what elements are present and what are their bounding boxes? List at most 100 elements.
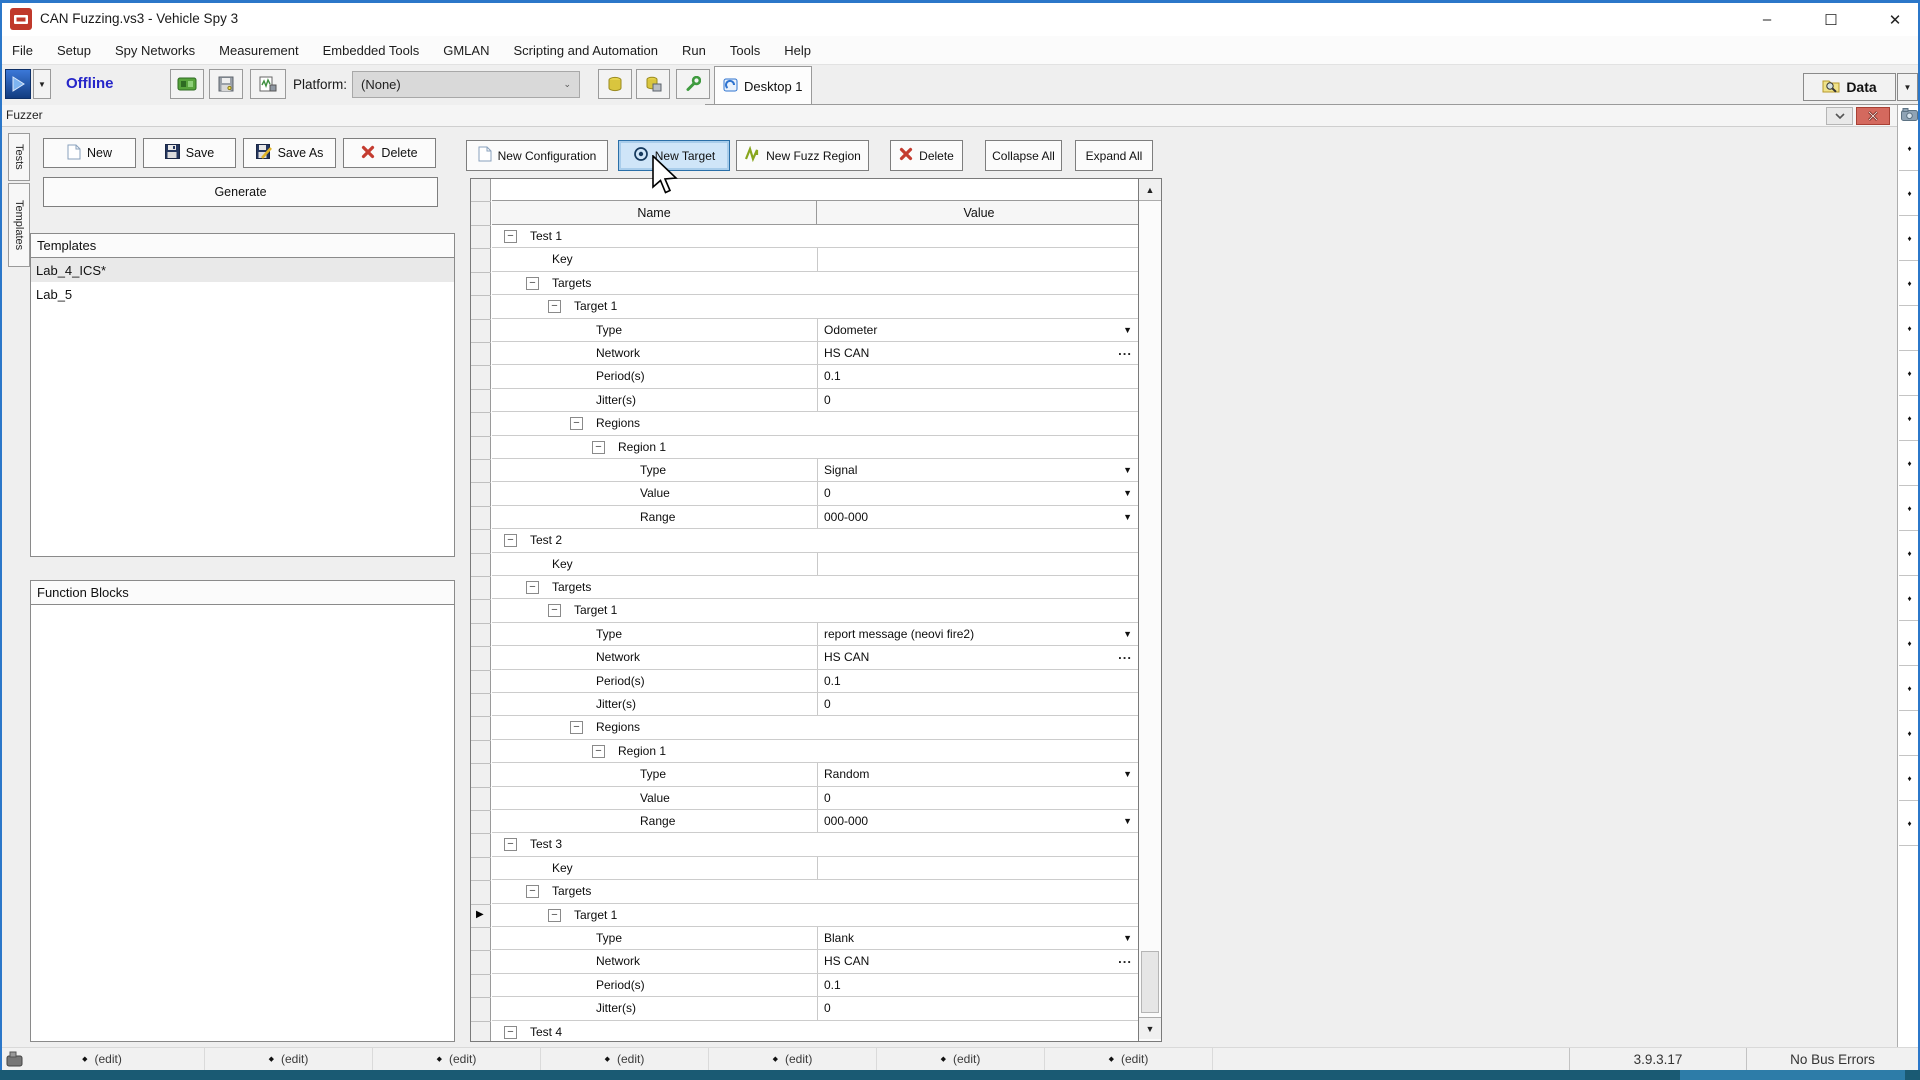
menu-item-tools[interactable]: Tools: [730, 43, 760, 58]
collapse-toggle-icon[interactable]: −: [570, 721, 583, 734]
tree-row-value[interactable]: Value0▼: [492, 482, 1140, 505]
tree-row-jitter-s[interactable]: Jitter(s)0: [492, 389, 1140, 412]
tree-row-period-s[interactable]: Period(s)0.1: [492, 365, 1140, 388]
row-value[interactable]: 0: [824, 1001, 831, 1015]
database-save-icon[interactable]: [636, 69, 670, 99]
pcb-icon[interactable]: [170, 69, 204, 99]
tree-row-targets[interactable]: −Targets: [492, 272, 1140, 295]
status-edit-cell[interactable]: ◆(edit): [205, 1048, 373, 1070]
panel-chevron-down-icon[interactable]: [1826, 107, 1853, 125]
tree-row-type[interactable]: Typereport message (neovi fire2)▼: [492, 623, 1140, 646]
column-header-name[interactable]: Name: [492, 201, 817, 225]
ellipsis-button[interactable]: ...: [1118, 951, 1132, 966]
expand-all-button[interactable]: Expand All: [1075, 140, 1153, 171]
collapse-toggle-icon[interactable]: −: [504, 534, 517, 547]
tree-row-key[interactable]: Key: [492, 857, 1140, 880]
tree-row-type[interactable]: TypeBlank▼: [492, 927, 1140, 950]
collapse-toggle-icon[interactable]: −: [526, 581, 539, 594]
wrench-icon[interactable]: [676, 69, 710, 99]
tree-row-test-1[interactable]: −Test 1: [492, 225, 1140, 248]
menu-item-spy-networks[interactable]: Spy Networks: [115, 43, 195, 58]
column-header-value[interactable]: Value: [818, 201, 1140, 225]
dock-rail-item[interactable]: ♦: [1899, 216, 1920, 261]
camera-icon[interactable]: [1901, 108, 1918, 126]
collapse-toggle-icon[interactable]: −: [504, 1026, 517, 1039]
dock-rail-item[interactable]: ♦: [1899, 621, 1920, 666]
row-value[interactable]: HS CAN: [824, 650, 869, 664]
edit-label[interactable]: (edit): [953, 1052, 980, 1066]
tree-row-regions[interactable]: −Regions: [492, 716, 1140, 739]
row-value[interactable]: HS CAN: [824, 346, 869, 360]
collapse-all-button[interactable]: Collapse All: [985, 140, 1062, 171]
status-edit-cell[interactable]: ◆(edit): [0, 1048, 205, 1070]
vertical-scrollbar[interactable]: ▲ ▼: [1138, 179, 1161, 1041]
scrollbar-thumb[interactable]: [1141, 951, 1159, 1013]
status-edit-cell[interactable]: ◆(edit): [877, 1048, 1045, 1070]
platform-select[interactable]: (None)⌄: [352, 71, 580, 98]
tree-row-test-2[interactable]: −Test 2: [492, 529, 1140, 552]
row-value[interactable]: Random: [824, 767, 869, 781]
row-value[interactable]: 0.1: [824, 369, 841, 383]
menu-item-embedded-tools[interactable]: Embedded Tools: [323, 43, 420, 58]
save-button[interactable]: Save: [143, 138, 236, 168]
tree-row-test-4[interactable]: −Test 4: [492, 1021, 1140, 1042]
side-tab-tests[interactable]: Tests: [8, 133, 30, 181]
dropdown-arrow-icon[interactable]: ▼: [1123, 769, 1132, 779]
edit-label[interactable]: (edit): [449, 1052, 476, 1066]
tree-row-network[interactable]: NetworkHS CAN...: [492, 342, 1140, 365]
collapse-toggle-icon[interactable]: −: [548, 300, 561, 313]
edit-label[interactable]: (edit): [95, 1052, 122, 1066]
row-value[interactable]: 0: [824, 486, 831, 500]
dropdown-arrow-icon[interactable]: ▼: [1123, 816, 1132, 826]
minimize-button[interactable]: –: [1752, 7, 1782, 33]
tree-row-type[interactable]: TypeSignal▼: [492, 459, 1140, 482]
dropdown-arrow-icon[interactable]: ▼: [1123, 465, 1132, 475]
edit-label[interactable]: (edit): [1121, 1052, 1148, 1066]
panel-close-icon[interactable]: [1856, 107, 1890, 125]
dock-rail-item[interactable]: ♦: [1899, 801, 1920, 846]
dropdown-arrow-icon[interactable]: ▼: [1123, 512, 1132, 522]
menu-item-gmlan[interactable]: GMLAN: [443, 43, 489, 58]
row-value[interactable]: 0: [824, 791, 831, 805]
tree-row-jitter-s[interactable]: Jitter(s)0: [492, 693, 1140, 716]
dock-rail-item[interactable]: ♦: [1899, 441, 1920, 486]
edit-label[interactable]: (edit): [785, 1052, 812, 1066]
new-fuzz-region-button[interactable]: New Fuzz Region: [736, 140, 869, 171]
dock-rail-item[interactable]: ♦: [1899, 306, 1920, 351]
dropdown-arrow-icon[interactable]: ▼: [1123, 325, 1132, 335]
collapse-toggle-icon[interactable]: −: [592, 441, 605, 454]
close-button[interactable]: ✕: [1880, 7, 1910, 33]
play-button[interactable]: [5, 69, 31, 99]
menu-item-run[interactable]: Run: [682, 43, 706, 58]
template-item-lab-4-ics[interactable]: Lab_4_ICS*: [31, 258, 454, 282]
tree-row-targets[interactable]: −Targets: [492, 880, 1140, 903]
dock-rail-item[interactable]: ♦: [1899, 126, 1920, 171]
ellipsis-button[interactable]: ...: [1118, 647, 1132, 662]
template-item-lab-5[interactable]: Lab_5: [31, 282, 454, 306]
tree-row-network[interactable]: NetworkHS CAN...: [492, 950, 1140, 973]
tree-row-range[interactable]: Range000-000▼: [492, 810, 1140, 833]
collapse-toggle-icon[interactable]: −: [504, 230, 517, 243]
collapse-toggle-icon[interactable]: −: [548, 604, 561, 617]
tree-row-type[interactable]: TypeRandom▼: [492, 763, 1140, 786]
row-value[interactable]: 000-000: [824, 814, 868, 828]
data-dropdown-arrow-icon[interactable]: ▼: [1897, 73, 1918, 101]
row-value[interactable]: Odometer: [824, 323, 877, 337]
delete-button[interactable]: Delete: [890, 140, 963, 171]
tree-row-period-s[interactable]: Period(s)0.1: [492, 670, 1140, 693]
delete-button[interactable]: Delete: [343, 138, 436, 168]
menu-item-scripting-and-automation[interactable]: Scripting and Automation: [513, 43, 658, 58]
edit-label[interactable]: (edit): [281, 1052, 308, 1066]
scroll-up-icon[interactable]: ▲: [1139, 179, 1161, 201]
tab-desktop-1[interactable]: Desktop 1: [714, 66, 812, 105]
tree-row-jitter-s[interactable]: Jitter(s)0: [492, 997, 1140, 1020]
tree-row-range[interactable]: Range000-000▼: [492, 506, 1140, 529]
tree-row-network[interactable]: NetworkHS CAN...: [492, 646, 1140, 669]
row-value[interactable]: HS CAN: [824, 954, 869, 968]
dropdown-arrow-icon[interactable]: ▼: [1123, 933, 1132, 943]
dock-rail-item[interactable]: ♦: [1899, 171, 1920, 216]
dock-rail-item[interactable]: ♦: [1899, 576, 1920, 621]
row-value[interactable]: report message (neovi fire2): [824, 627, 974, 641]
tree-row-key[interactable]: Key: [492, 248, 1140, 271]
dock-rail-item[interactable]: ♦: [1899, 261, 1920, 306]
